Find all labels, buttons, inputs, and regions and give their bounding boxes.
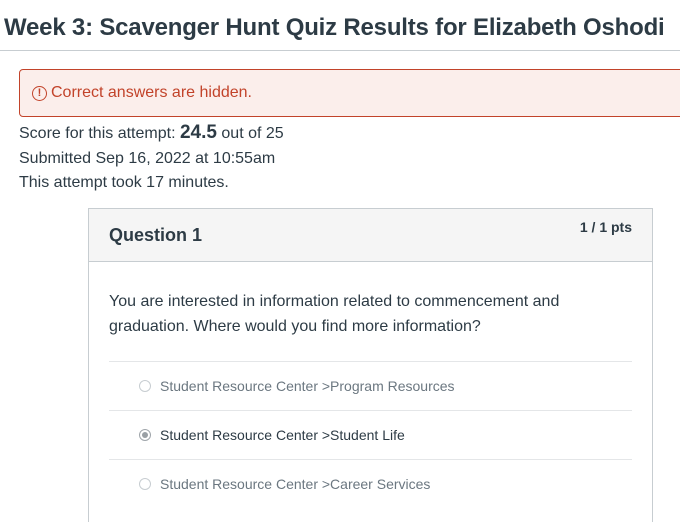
radio-button xyxy=(139,478,151,490)
answer-list: Student Resource Center >Program Resourc… xyxy=(109,361,632,508)
question-points: 1 / 1 pts xyxy=(579,219,632,235)
page-title: Week 3: Scavenger Hunt Quiz Results for … xyxy=(4,14,665,41)
correct-answers-hidden-alert: ! Correct answers are hidden. xyxy=(19,69,680,117)
radio-button-checked xyxy=(139,429,151,441)
score-total: out of 25 xyxy=(221,125,284,142)
title-divider xyxy=(0,50,680,51)
submitted-timestamp: Submitted Sep 16, 2022 at 10:55am xyxy=(19,150,276,167)
attempt-score: Score for this attempt: 24.5 out of 25 xyxy=(19,122,284,144)
score-label: Score for this attempt: xyxy=(19,125,176,142)
answer-label: Student Resource Center >Career Services xyxy=(160,476,431,492)
score-value: 24.5 xyxy=(179,122,217,143)
question-card: Question 1 1 / 1 pts You are interested … xyxy=(88,208,653,522)
question-name: Question 1 xyxy=(109,225,203,245)
alert-text: Correct answers are hidden. xyxy=(51,84,252,101)
answer-label: Student Resource Center >Program Resourc… xyxy=(160,378,455,394)
question-header: Question 1 1 / 1 pts xyxy=(89,209,652,262)
quiz-results-page: Week 3: Scavenger Hunt Quiz Results for … xyxy=(0,0,680,522)
attempt-duration: This attempt took 17 minutes. xyxy=(19,174,229,191)
answer-option-selected: Student Resource Center >Student Life xyxy=(109,410,632,459)
question-text: You are interested in information relate… xyxy=(109,293,560,335)
answer-label: Student Resource Center >Student Life xyxy=(160,427,405,443)
answer-option: Student Resource Center >Program Resourc… xyxy=(109,361,632,410)
exclamation-circle-icon: ! xyxy=(32,85,47,101)
radio-button xyxy=(139,380,151,392)
answer-option: Student Resource Center >Career Services xyxy=(109,459,632,508)
